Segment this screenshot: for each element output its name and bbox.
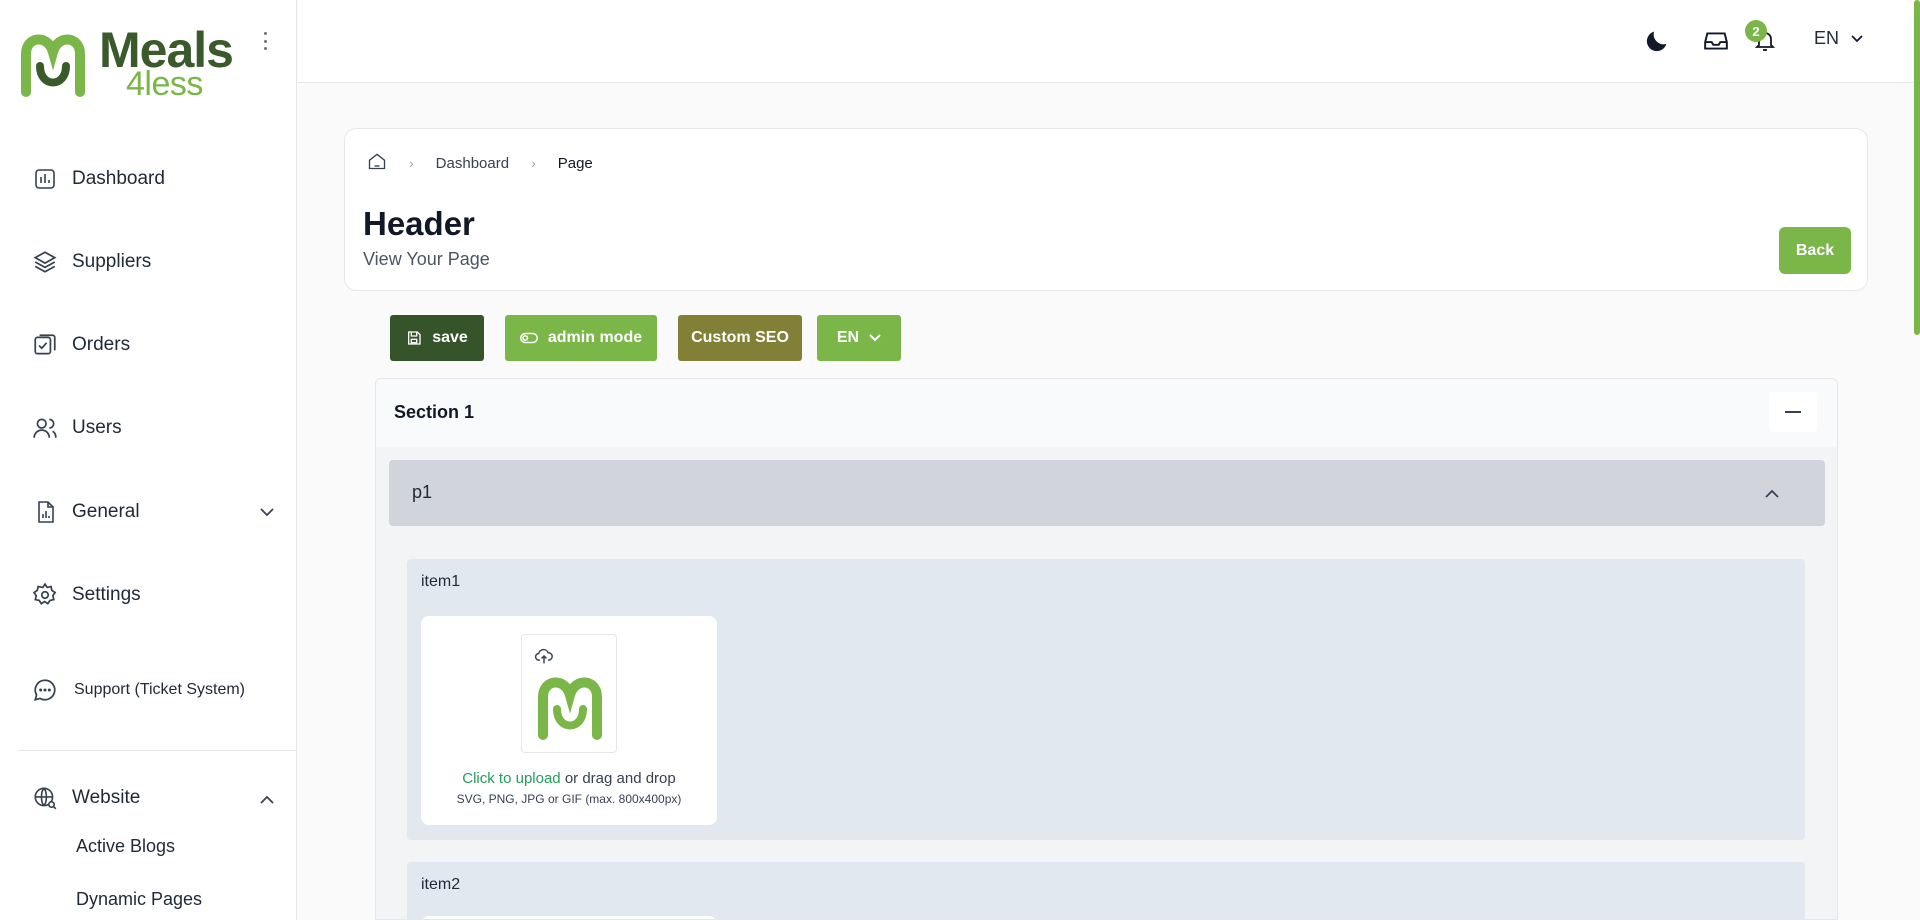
layers-icon <box>32 249 58 275</box>
sidebar-menu-icon[interactable] <box>258 30 272 52</box>
accordion-header-p1[interactable]: p1 <box>389 460 1825 526</box>
brand-word-4less: 4less <box>126 65 203 103</box>
item-label: item2 <box>421 876 461 893</box>
users-icon <box>32 415 58 441</box>
language-label: EN <box>1814 28 1840 48</box>
chat-bubble-icon <box>32 677 58 703</box>
sidebar-item-users[interactable]: Users <box>32 412 122 444</box>
sidebar-item-label: Suppliers <box>72 251 152 272</box>
chart-bar-icon <box>32 166 58 192</box>
sidebar-item-label: Users <box>72 417 122 438</box>
checklist-icon <box>32 332 58 358</box>
content-language-dropdown[interactable]: EN <box>817 315 901 361</box>
moon-icon[interactable] <box>1642 26 1672 56</box>
sidebar-item-suppliers[interactable]: Suppliers <box>32 246 151 278</box>
brand-logo[interactable]: Meals 4less <box>18 24 234 103</box>
breadcrumb: › Dashboard › Page <box>367 151 593 175</box>
collapse-section-button[interactable] <box>1769 392 1817 432</box>
sidebar-subitem-dynamic-pages[interactable]: Dynamic Pages <box>76 889 202 910</box>
sidebar-item-settings[interactable]: Settings <box>32 579 141 611</box>
chevron-down-icon <box>869 334 881 342</box>
sidebar-item-orders[interactable]: Orders <box>32 329 130 361</box>
chevron-down-icon <box>1851 34 1863 42</box>
sidebar-item-label: Orders <box>72 334 131 355</box>
admin-mode-label: admin mode <box>547 329 643 346</box>
custom-seo-button[interactable]: Custom SEO <box>678 315 802 361</box>
item-panel: item1 Click to upload or drag and drop S… <box>407 559 1805 840</box>
logo-mark-icon <box>21 34 85 97</box>
page-header-card: › Dashboard › Page Header View Your Page… <box>344 128 1868 291</box>
chevron-down-icon[interactable] <box>258 503 276 521</box>
upload-instructions-rest: or drag and drop <box>560 770 676 787</box>
sidebar-item-label: Dashboard <box>72 168 165 189</box>
minus-icon <box>1785 411 1801 413</box>
click-to-upload-link[interactable]: Click to upload <box>462 770 560 787</box>
save-button[interactable]: save <box>390 315 484 361</box>
image-preview <box>521 634 617 753</box>
sidebar-divider <box>18 750 296 751</box>
sidebar-subitem-active-blogs[interactable]: Active Blogs <box>76 836 175 857</box>
sidebar: Meals 4less Dashboard Suppliers Orders U… <box>0 0 297 920</box>
sidebar-item-label: Website <box>72 787 141 808</box>
breadcrumb-separator-icon: › <box>531 155 536 171</box>
chevron-up-icon[interactable] <box>258 791 276 809</box>
sidebar-item-general[interactable]: General <box>32 496 140 528</box>
accordion-label: p1 <box>412 482 433 502</box>
floppy-disk-icon <box>408 331 421 345</box>
inbox-icon[interactable] <box>1701 26 1731 56</box>
page-subtitle: View Your Page <box>363 249 490 269</box>
gear-icon <box>32 582 58 608</box>
toggle-icon <box>519 332 538 344</box>
back-button[interactable]: Back <box>1779 227 1851 274</box>
breadcrumb-separator-icon: › <box>409 155 414 171</box>
content-language-label: EN <box>836 329 860 346</box>
breadcrumb-current: Page <box>557 154 593 172</box>
notification-count-badge: 2 <box>1745 20 1767 42</box>
admin-mode-button[interactable]: admin mode <box>505 315 657 361</box>
sidebar-item-label: General <box>72 501 140 522</box>
top-bar <box>298 0 1920 83</box>
sidebar-item-dashboard[interactable]: Dashboard <box>32 163 165 195</box>
sidebar-item-label: Support (Ticket System) <box>74 681 246 698</box>
upload-instructions: Click to upload or drag and drop <box>421 770 717 787</box>
sidebar-item-label: Settings <box>72 584 141 605</box>
save-button-label: save <box>432 329 468 346</box>
image-upload-dropzone[interactable] <box>421 916 717 919</box>
logo-mark-icon <box>538 677 602 740</box>
chevron-up-icon <box>1763 484 1781 502</box>
upload-cloud-icon <box>534 648 553 664</box>
language-selector[interactable]: EN <box>1814 28 1863 49</box>
image-upload-dropzone[interactable]: Click to upload or drag and drop SVG, PN… <box>421 616 717 825</box>
item-panel: item2 <box>407 862 1805 919</box>
section-panel: Section 1 p1 item1 Click to upload or dr… <box>375 378 1838 920</box>
page-scrollbar[interactable] <box>1914 0 1920 335</box>
section-title: Section 1 <box>394 402 475 422</box>
section-header: Section 1 <box>376 379 1837 447</box>
sidebar-item-website[interactable]: Website <box>32 782 140 814</box>
item-label: item1 <box>421 573 461 590</box>
upload-format-hint: SVG, PNG, JPG or GIF (max. 800x400px) <box>456 792 682 806</box>
report-icon <box>32 499 58 525</box>
breadcrumb-dashboard[interactable]: Dashboard <box>436 155 509 172</box>
globe-search-icon <box>32 785 58 811</box>
sidebar-item-support[interactable]: Support (Ticket System) <box>32 674 245 706</box>
page-title: Header <box>363 205 475 242</box>
home-icon[interactable] <box>367 151 387 175</box>
